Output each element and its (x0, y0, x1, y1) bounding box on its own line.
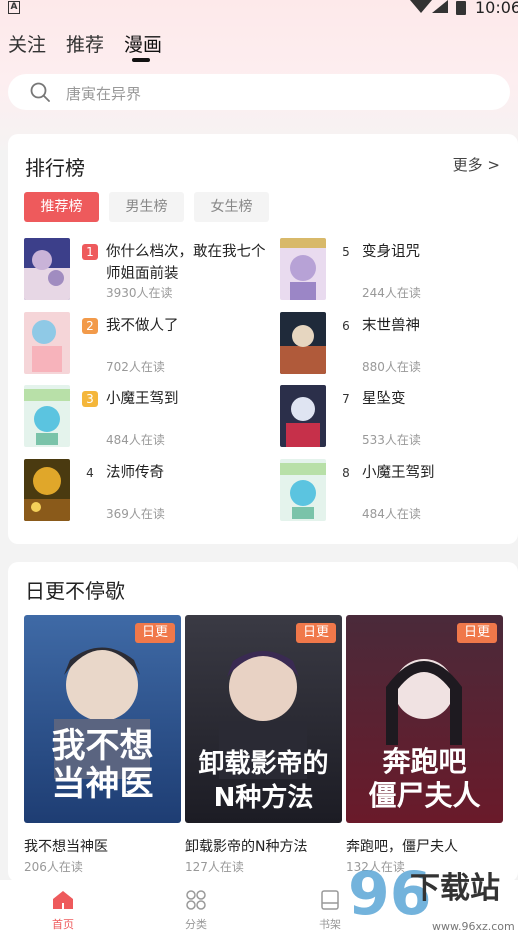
tab-male-list[interactable]: 男生榜 (109, 192, 184, 222)
ranking-title: 排行榜 (25, 156, 85, 180)
rank-readers: 880人在读 (362, 360, 421, 374)
comic-cover (24, 385, 70, 447)
search-icon (30, 82, 50, 102)
rank-readers: 484人在读 (362, 507, 421, 521)
rank-readers: 369人在读 (106, 507, 165, 521)
rank-title: 你什么档次，敢在我七个师姐面前装 (106, 244, 266, 282)
notification-icon: A (8, 1, 20, 14)
tab-recommend[interactable]: 推荐 (66, 30, 104, 57)
daily-badge: 日更 (135, 623, 175, 643)
comic-cover (280, 238, 326, 300)
rank-title: 法师传奇 (106, 465, 164, 481)
signal-icon (410, 0, 448, 13)
watermark-logo: 96 下载站 www.96xz.com (348, 852, 518, 937)
cover-title-line1: 卸载影帝的 (198, 749, 329, 779)
rank-item[interactable]: 4 法师传奇 369人在读 (24, 459, 264, 523)
rank-title: 星坠变 (362, 391, 406, 407)
watermark-url: www.96xz.com (432, 920, 515, 933)
rank-number: 7 (342, 392, 350, 406)
comic-cover (280, 385, 326, 447)
tab-female-list[interactable]: 女生榜 (194, 192, 269, 222)
comic-cover (24, 312, 70, 374)
rank-item[interactable]: 8 小魔王驾到 484人在读 (280, 459, 518, 523)
status-bar: A 10:06 (0, 0, 518, 20)
more-link[interactable]: 更多 > (453, 154, 500, 175)
nav-home[interactable]: 首页 (33, 890, 93, 932)
tab-comics[interactable]: 漫画 (124, 30, 162, 57)
rank-number: 6 (342, 319, 350, 333)
cover-title-line1: 我不想 (51, 726, 154, 766)
daily-badge: 日更 (296, 623, 336, 643)
comic-cover: 卸载影帝的 N种方法 日更 (185, 615, 342, 823)
rank-number: 3 (82, 391, 98, 407)
rank-item[interactable]: 5 变身诅咒 244人在读 (280, 238, 518, 302)
nav-category[interactable]: 分类 (166, 890, 226, 932)
rank-number: 8 (342, 466, 350, 480)
grid-icon (186, 890, 206, 910)
daily-title: 日更不停歇 (25, 579, 125, 603)
battery-icon (456, 1, 466, 15)
search-input[interactable]: 唐寅在异界 (66, 83, 141, 104)
rank-readers: 244人在读 (362, 286, 421, 300)
comic-readers: 127人在读 (185, 860, 244, 874)
comic-cover (24, 459, 70, 521)
search-bar[interactable]: 唐寅在异界 (8, 74, 510, 110)
home-icon (53, 891, 73, 909)
rank-number: 5 (342, 245, 350, 259)
bookshelf-icon (321, 890, 339, 910)
rank-number: 4 (86, 466, 94, 480)
rank-title: 小魔王驾到 (362, 465, 435, 481)
comic-cover: 我不想 当神医 日更 (24, 615, 181, 823)
cover-title-line2: N种方法 (213, 783, 314, 813)
rank-readers: 3930人在读 (106, 286, 173, 300)
comic-title: 我不想当神医 (24, 839, 108, 855)
rank-title: 我不做人了 (106, 318, 179, 334)
cover-title-line2: 僵尸夫人 (368, 779, 481, 812)
comic-cover: 奔跑吧 僵尸夫人 日更 (346, 615, 503, 823)
tab-recommend-list[interactable]: 推荐榜 (24, 192, 99, 222)
watermark-text: 下载站 (410, 871, 500, 906)
cover-title-line1: 奔跑吧 (382, 745, 467, 778)
comic-cover (280, 312, 326, 374)
nav-label: 首页 (52, 918, 74, 931)
rank-title: 末世兽神 (362, 318, 420, 334)
rank-readers: 484人在读 (106, 433, 165, 447)
cover-title-line2: 当神医 (51, 764, 154, 804)
rank-item[interactable]: 2 我不做人了 702人在读 (24, 312, 264, 376)
status-time: 10:06 (475, 0, 518, 17)
ranking-card: 排行榜 更多 > 推荐榜 男生榜 女生榜 1 你什么档次，敢在我七个师姐面前装 … (8, 134, 518, 544)
comic-title: 卸载影帝的N种方法 (185, 839, 308, 855)
daily-update-card: 日更不停歇 我不想 当神医 日更 我不想当神医 206人在读 卸载影帝的 N种方… (8, 562, 518, 882)
rank-item[interactable]: 7 星坠变 533人在读 (280, 385, 518, 449)
comic-cover (24, 238, 70, 300)
comic-readers: 206人在读 (24, 860, 83, 874)
rank-item[interactable]: 1 你什么档次，敢在我七个师姐面前装 3930人在读 (24, 238, 266, 302)
tab-indicator (132, 58, 150, 62)
daily-badge: 日更 (457, 623, 497, 643)
nav-label: 分类 (185, 918, 207, 931)
rank-number: 1 (82, 244, 98, 260)
rank-title: 小魔王驾到 (106, 391, 179, 407)
rank-readers: 533人在读 (362, 433, 421, 447)
tab-follow[interactable]: 关注 (8, 30, 46, 57)
rank-readers: 702人在读 (106, 360, 165, 374)
rank-item[interactable]: 3 小魔王驾到 484人在读 (24, 385, 264, 449)
rank-number: 2 (82, 318, 98, 334)
comic-cover (280, 459, 326, 521)
rank-title: 变身诅咒 (362, 244, 420, 260)
rank-item[interactable]: 6 末世兽神 880人在读 (280, 312, 518, 376)
